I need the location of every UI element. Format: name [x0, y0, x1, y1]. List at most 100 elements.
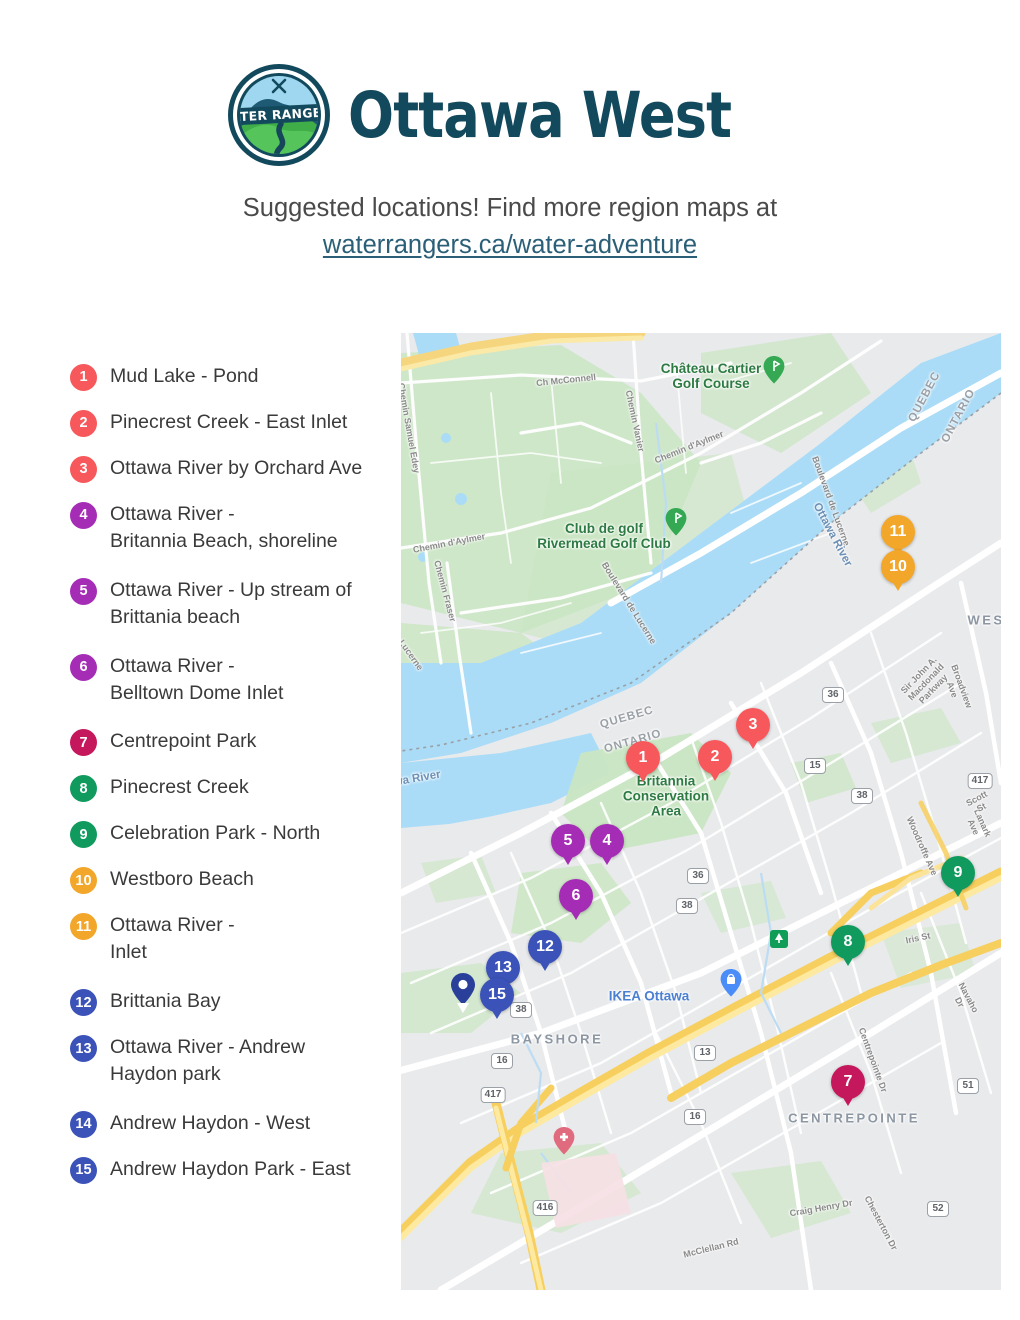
map-marker-10[interactable]: 10 — [881, 550, 915, 591]
legend-item-14: 14 Andrew Haydon - West — [70, 1110, 400, 1139]
legend-badge-3: 3 — [70, 456, 97, 483]
legend-item-11: 11 Ottawa River - Inlet — [70, 912, 400, 966]
map-marker-label: 8 — [843, 933, 853, 950]
subtitle-block: Suggested locations! Find more region ma… — [0, 190, 1020, 264]
legend-badge-5: 5 — [70, 577, 97, 605]
route-shield: 38 — [676, 898, 698, 914]
legend-badge-6: 6 — [70, 653, 97, 681]
route-shield: 16 — [684, 1109, 706, 1125]
legend-item-3: 3 Ottawa River by Orchard Ave — [70, 455, 400, 483]
map-marker-5[interactable]: 5 — [551, 824, 585, 865]
route-shield: 13 — [694, 1045, 716, 1061]
legend-label-9: Celebration Park - North — [110, 822, 321, 845]
map-marker-label: 7 — [843, 1073, 853, 1090]
legend-badge-11: 11 — [70, 913, 97, 941]
legend-badge-2: 2 — [70, 410, 97, 437]
legend-item-1: 1 Mud Lake - Pond — [70, 363, 400, 391]
legend-badge-7: 7 — [70, 729, 97, 757]
map-marker-label: 2 — [710, 748, 720, 765]
map-base-layer — [401, 333, 1001, 1290]
route-shield: 16 — [491, 1053, 513, 1069]
legend-badge-10: 10 — [70, 867, 97, 895]
legend-label-1: Mud Lake - Pond — [110, 365, 259, 387]
map-marker-7[interactable]: 7 — [831, 1065, 865, 1106]
poster-page: WATER RANGERS Ottawa West Suggested loca… — [0, 0, 1020, 1320]
legend-list: 1 Mud Lake - Pond 2 Pinecrest Creek - East … — [70, 363, 400, 1202]
legend-label-4: Ottawa River - Britannia Beach, shorelin… — [110, 503, 338, 552]
legend-badge-15: 15 — [70, 1157, 97, 1185]
legend-item-12: 12 Brittania Bay — [70, 988, 400, 1017]
route-shield: 36 — [822, 687, 844, 703]
legend-label-10: Westboro Beach — [110, 868, 254, 891]
map-marker-label: 12 — [536, 938, 554, 955]
title-row: WATER RANGERS Ottawa West — [0, 0, 1020, 168]
legend-badge-4: 4 — [70, 502, 97, 529]
map-marker-label: 13 — [494, 959, 512, 976]
legend-badge-8: 8 — [70, 775, 97, 803]
route-shield: 15 — [804, 758, 826, 774]
legend-label-3: Ottawa River by Orchard Ave — [110, 457, 363, 479]
map-marker-label: 6 — [571, 887, 581, 904]
legend-item-10: 10 Westboro Beach — [70, 866, 400, 895]
legend-badge-13: 13 — [70, 1035, 97, 1063]
website-link[interactable]: waterrangers.ca/water-adventure — [323, 231, 697, 259]
legend-badge-1: 1 — [70, 364, 97, 391]
legend-item-5: 5 Ottawa River - Up stream of Brittania b… — [70, 577, 400, 631]
hospital-pin[interactable] — [553, 1127, 575, 1155]
legend-label-13: Ottawa River - Andrew Haydon park — [110, 1036, 306, 1086]
map-marker-12[interactable]: 12 — [528, 930, 562, 971]
map-marker-15[interactable]: 15 — [480, 978, 514, 1019]
legend-item-2: 2 Pinecrest Creek - East Inlet — [70, 409, 400, 437]
legend-item-13: 13 Ottawa River - Andrew Haydon park — [70, 1034, 400, 1088]
route-shield: 52 — [927, 1201, 949, 1217]
route-shield: 417 — [967, 773, 993, 789]
map-marker-14[interactable] — [450, 972, 476, 1013]
map-marker-label: 4 — [602, 832, 612, 849]
legend-badge-12: 12 — [70, 989, 97, 1017]
route-shield: 38 — [851, 788, 873, 804]
route-shield: 416 — [532, 1200, 558, 1216]
golf-pin[interactable] — [763, 356, 785, 384]
map-canvas: Ch McConnell Chemin Vanier Chemin Samuel E… — [401, 333, 1001, 1290]
map-marker-3[interactable]: 3 — [736, 708, 770, 749]
water-rangers-logo: WATER RANGERS — [228, 64, 331, 166]
legend-item-15: 15 Andrew Haydon Park - East — [70, 1156, 400, 1185]
poster-header: WATER RANGERS Ottawa West Suggested loca… — [0, 0, 1020, 264]
route-shield: 51 — [957, 1078, 979, 1094]
page-title: Ottawa West — [348, 78, 732, 152]
subtitle-line: Suggested locations! Find more region ma… — [242, 194, 778, 222]
map-marker-4[interactable]: 4 — [590, 824, 624, 865]
map-marker-label: 11 — [889, 523, 907, 540]
legend-label-6: Ottawa River - Belltown Dome Inlet — [110, 654, 284, 704]
map-marker-6[interactable]: 6 — [559, 879, 593, 920]
map-marker-label: 15 — [488, 986, 506, 1003]
ikea-pin[interactable] — [720, 969, 742, 997]
legend-item-9: 9 Celebration Park - North — [70, 820, 400, 849]
legend-label-5: Ottawa River - Up stream of Brittania be… — [110, 578, 352, 628]
park-icon[interactable] — [768, 928, 790, 956]
map-marker-1[interactable]: 1 — [626, 741, 660, 782]
legend-label-12: Brittania Bay — [110, 990, 221, 1013]
legend-label-15: Andrew Haydon Park - East — [110, 1158, 351, 1181]
legend-item-4: 4 Ottawa River - Britannia Beach, shoreli… — [70, 501, 400, 555]
route-shield: 417 — [480, 1087, 506, 1103]
legend-label-8: Pinecrest Creek — [110, 776, 249, 799]
legend-badge-9: 9 — [70, 821, 97, 849]
legend-item-7: 7 Centrepoint Park — [70, 728, 400, 757]
map-marker-label: 1 — [638, 749, 648, 766]
map-marker-label: 10 — [889, 558, 907, 575]
map-marker-label: 5 — [563, 832, 573, 849]
map-marker-9[interactable]: 9 — [941, 856, 975, 897]
map-marker-2[interactable]: 2 — [698, 740, 732, 781]
route-shield: 36 — [687, 868, 709, 884]
legend-item-8: 8 Pinecrest Creek — [70, 774, 400, 803]
golf-pin[interactable] — [665, 508, 687, 536]
map-marker-11[interactable]: 11 — [881, 515, 915, 556]
legend-label-7: Centrepoint Park — [110, 730, 257, 753]
legend-label-2: Pinecrest Creek - East Inlet — [110, 411, 348, 433]
map-view[interactable]: Ch McConnell Chemin Vanier Chemin Samuel E… — [401, 333, 1001, 1290]
legend-item-6: 6 Ottawa River - Belltown Dome Inlet — [70, 653, 400, 707]
map-marker-label: 3 — [748, 716, 758, 733]
route-shield: 38 — [510, 1002, 532, 1018]
map-marker-8[interactable]: 8 — [831, 925, 865, 966]
